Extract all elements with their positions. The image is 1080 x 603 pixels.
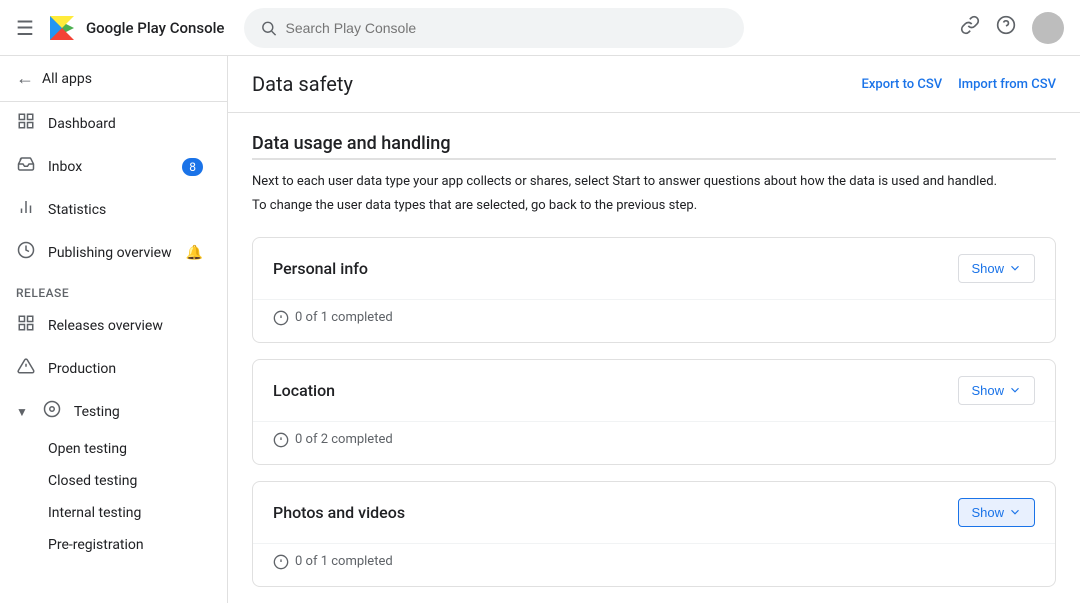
location-status: 0 of 2 completed <box>273 432 1035 448</box>
header-actions: Export to CSV Import from CSV <box>862 77 1056 92</box>
personal-info-status: 0 of 1 completed <box>273 310 1035 326</box>
search-icon <box>260 19 277 37</box>
import-csv-button[interactable]: Import from CSV <box>958 77 1056 92</box>
sidebar-item-pre-registration[interactable]: Pre-registration <box>0 529 227 561</box>
sidebar-item-production-label: Production <box>48 361 116 377</box>
photos-videos-title: Photos and videos <box>273 503 405 522</box>
personal-info-show-button[interactable]: Show <box>958 254 1035 283</box>
main-content: Data safety Export to CSV Import from CS… <box>228 56 1080 603</box>
inbox-badge: 8 <box>182 158 203 176</box>
personal-info-status-text: 0 of 1 completed <box>295 310 393 325</box>
link-icon[interactable] <box>960 15 980 40</box>
release-section-label: Release <box>0 274 227 304</box>
sidebar-item-closed-testing[interactable]: Closed testing <box>0 465 227 497</box>
releases-overview-icon <box>16 314 36 337</box>
publishing-alert-icon: 🔔 <box>186 245 203 261</box>
dashboard-icon <box>16 112 36 135</box>
photos-videos-show-button[interactable]: Show <box>958 498 1035 527</box>
sidebar-item-dashboard-label: Dashboard <box>48 116 116 132</box>
location-show-button[interactable]: Show <box>958 376 1035 405</box>
topbar: ☰ Google Play Console <box>0 0 1080 56</box>
sidebar-item-inbox[interactable]: Inbox 8 <box>0 145 219 188</box>
layout: ← All apps Dashboard Inbox 8 Statistics <box>0 56 1080 603</box>
sidebar-item-publishing-overview[interactable]: Publishing overview 🔔 <box>0 231 219 274</box>
logo-icon <box>46 12 78 44</box>
logo: Google Play Console <box>46 12 225 44</box>
photos-videos-header: Photos and videos Show <box>253 482 1055 543</box>
logo-text: Google Play Console <box>86 19 225 37</box>
back-arrow-icon: ← <box>16 68 34 89</box>
help-icon[interactable] <box>996 15 1016 40</box>
location-status-text: 0 of 2 completed <box>295 432 393 447</box>
sidebar-item-open-testing[interactable]: Open testing <box>0 433 227 465</box>
search-bar[interactable] <box>244 8 744 48</box>
avatar[interactable] <box>1032 12 1064 44</box>
section-subtitle: Data usage and handling <box>252 133 1056 160</box>
page-title: Data safety <box>252 72 353 96</box>
production-icon <box>16 357 36 380</box>
all-apps-button[interactable]: ← All apps <box>0 56 227 102</box>
info-icon <box>273 432 289 448</box>
sidebar-item-dashboard[interactable]: Dashboard <box>0 102 219 145</box>
menu-icon[interactable]: ☰ <box>16 16 34 40</box>
personal-info-title: Personal info <box>273 259 368 278</box>
location-title: Location <box>273 381 335 400</box>
sidebar-item-statistics-label: Statistics <box>48 202 106 218</box>
sidebar: ← All apps Dashboard Inbox 8 Statistics <box>0 56 228 603</box>
export-csv-button[interactable]: Export to CSV <box>862 77 943 92</box>
main-header: Data safety Export to CSV Import from CS… <box>228 56 1080 113</box>
info-icon <box>273 554 289 570</box>
sidebar-item-releases-overview[interactable]: Releases overview <box>0 304 219 347</box>
personal-info-header: Personal info Show <box>253 238 1055 299</box>
info-icon <box>273 310 289 326</box>
collapse-arrow-icon: ▼ <box>16 405 28 419</box>
sidebar-item-internal-testing[interactable]: Internal testing <box>0 497 227 529</box>
section-description: Next to each user data type your app col… <box>252 172 1056 192</box>
sidebar-item-releases-overview-label: Releases overview <box>48 318 163 334</box>
sidebar-item-publishing-label: Publishing overview <box>48 245 172 261</box>
topbar-right <box>960 12 1064 44</box>
photos-videos-status: 0 of 1 completed <box>273 554 1035 570</box>
sidebar-item-production[interactable]: Production <box>0 347 219 390</box>
statistics-icon <box>16 198 36 221</box>
testing-icon <box>42 400 62 423</box>
all-apps-label: All apps <box>42 71 92 87</box>
photos-videos-card: Photos and videos Show 0 of 1 completed <box>252 481 1056 587</box>
location-body: 0 of 2 completed <box>253 421 1055 464</box>
photos-videos-status-text: 0 of 1 completed <box>295 554 393 569</box>
main-body: Data usage and handling Next to each use… <box>228 113 1080 603</box>
location-card: Location Show 0 of 2 completed <box>252 359 1056 465</box>
publishing-icon <box>16 241 36 264</box>
sidebar-item-inbox-label: Inbox <box>48 159 82 175</box>
location-header: Location Show <box>253 360 1055 421</box>
inbox-icon <box>16 155 36 178</box>
sidebar-item-testing-label: Testing <box>74 404 120 420</box>
section-note: To change the user data types that are s… <box>252 198 1056 213</box>
photos-videos-body: 0 of 1 completed <box>253 543 1055 586</box>
personal-info-card: Personal info Show 0 of 1 completed <box>252 237 1056 343</box>
search-input[interactable] <box>285 20 728 36</box>
sidebar-item-statistics[interactable]: Statistics <box>0 188 219 231</box>
personal-info-body: 0 of 1 completed <box>253 299 1055 342</box>
sidebar-item-testing[interactable]: ▼ Testing <box>0 390 219 433</box>
